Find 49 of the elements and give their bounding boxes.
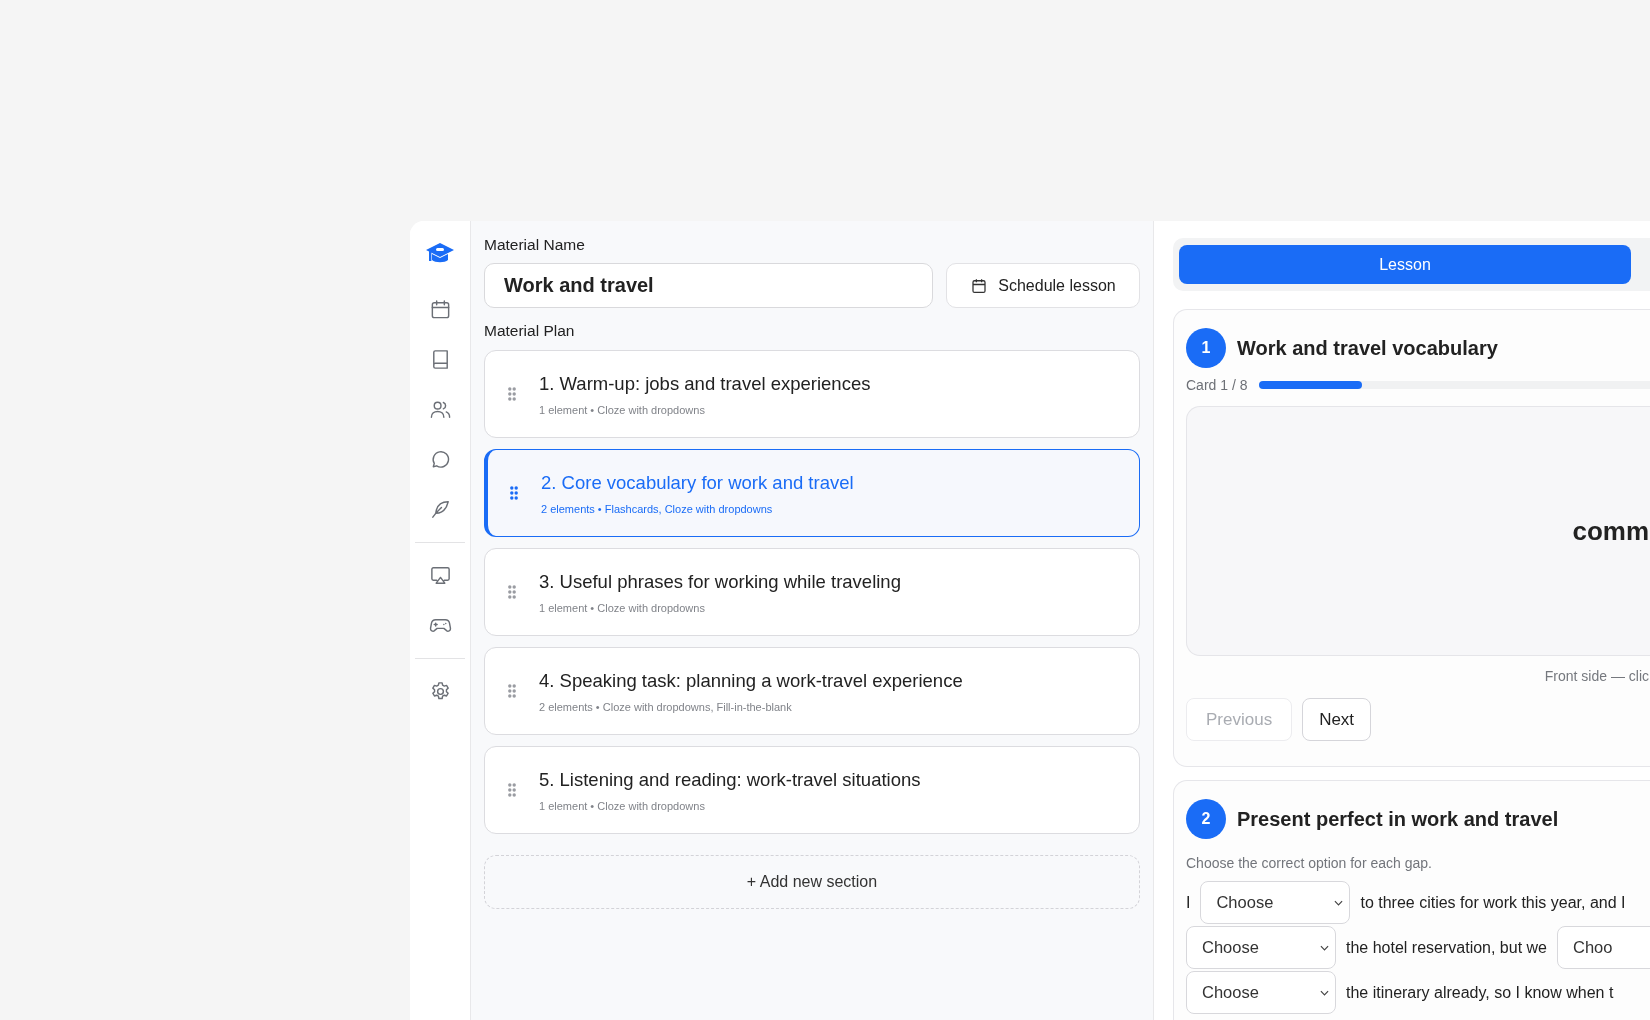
section-meta: 2 elements • Flashcards, Cloze with dropdowns <box>541 502 774 515</box>
block-title: Work and travel vocabulary <box>1237 336 1498 360</box>
calendar-icon <box>970 276 989 295</box>
dropdown-field[interactable]: Choose <box>1186 971 1336 1014</box>
dropdown-field[interactable]: Choose <box>1186 926 1336 969</box>
card-counter: Card 1 / 8 <box>1186 377 1248 393</box>
lesson-tab[interactable]: Lesson <box>1179 245 1631 284</box>
section-label: Material Plan <box>484 322 576 340</box>
drag-handle-icon[interactable] <box>510 486 518 500</box>
instruction-text: Choose the correct option for each gap. <box>1186 855 1433 871</box>
sentence-text: the itinerary already, so I know when t <box>1346 983 1614 1002</box>
section-title: 1. Warm-up: jobs and travel experiences <box>539 372 871 395</box>
section-card[interactable]: 1. Warm-up: jobs and travel experiences 1 element • Cloze with dropdowns <box>484 350 1140 438</box>
drag-handle-icon[interactable] <box>508 585 516 599</box>
block-title: Present perfect in work and travel <box>1237 807 1559 831</box>
schedule-lesson-button[interactable]: Schedule lesson <box>946 263 1140 308</box>
flashcard-word: comm <box>1572 515 1649 547</box>
flip-hint: Front side — clic <box>1544 668 1649 684</box>
sentence-text: the hotel reservation, but we <box>1346 938 1547 957</box>
section-card[interactable]: 4. Speaking task: planning a work-travel experience 2 elements • Cloze with dropdowns, Fill-in-the-blank <box>484 647 1140 735</box>
chevron-down-icon <box>1320 944 1329 951</box>
section-card[interactable]: 2. Core vocabulary for work and travel 2 elements • Flashcards, Cloze with dropdowns <box>484 449 1140 537</box>
sentence-text: I <box>1186 893 1191 912</box>
section-title: 2. Core vocabulary for work and travel <box>541 471 854 494</box>
chevron-down-icon <box>1334 899 1344 906</box>
material-name-field[interactable]: Work and travel <box>484 263 933 308</box>
section-meta: 1 element • Cloze with dropdowns <box>539 799 706 812</box>
step-number: 1 <box>1186 328 1226 368</box>
step-number: 2 <box>1186 799 1226 839</box>
sentence-text: to three cities for work this year, and I <box>1360 893 1626 912</box>
section-meta: 1 element • Cloze with dropdowns <box>539 403 706 416</box>
section-title: 3. Useful phrases for working while traveling <box>539 570 901 593</box>
field-label: Material Name <box>484 236 586 254</box>
section-card[interactable]: 3. Useful phrases for working while traveling 1 element • Cloze with dropdowns <box>484 548 1140 636</box>
drag-handle-icon[interactable] <box>508 387 516 401</box>
dropdown-field[interactable]: Choose <box>1200 881 1351 924</box>
section-meta: 1 element • Cloze with dropdowns <box>539 601 706 614</box>
nav-button[interactable]: Next <box>1302 698 1372 741</box>
dropdown-field[interactable]: Choo <box>1557 926 1650 969</box>
section-card[interactable]: 5. Listening and reading: work-travel situations 1 element • Cloze with dropdowns <box>484 746 1140 834</box>
section-title: 5. Listening and reading: work-travel situations <box>539 768 921 791</box>
add-section-button[interactable]: + Add new section <box>484 855 1140 909</box>
drag-handle-icon[interactable] <box>508 783 516 797</box>
chevron-down-icon <box>1320 989 1329 996</box>
screen-icon[interactable] <box>428 564 452 587</box>
section-title: 4. Speaking task: planning a work-travel experience <box>539 669 963 692</box>
section-meta: 2 elements • Cloze with dropdowns, Fill-in-the-blank <box>539 700 793 713</box>
drag-handle-icon[interactable] <box>508 684 516 698</box>
flashcard[interactable]: comm <box>1186 406 1650 656</box>
